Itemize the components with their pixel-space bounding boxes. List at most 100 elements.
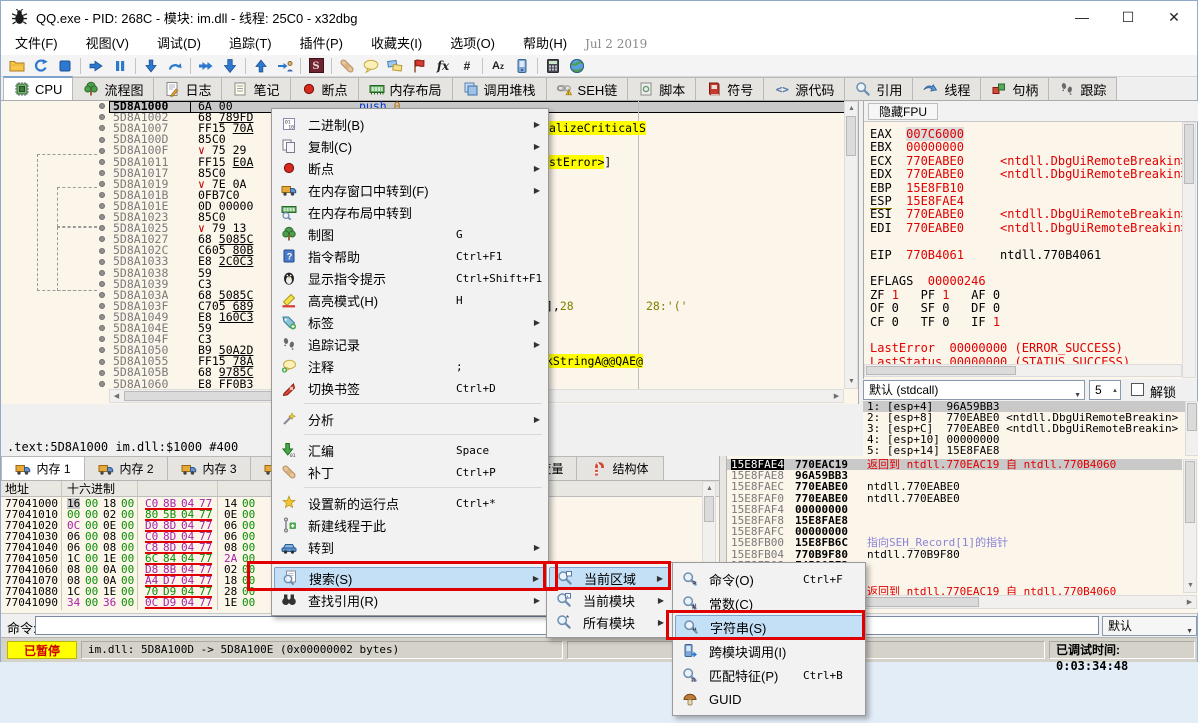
registers-vscrollbar[interactable]: [1182, 122, 1196, 378]
labels-button[interactable]: [383, 56, 407, 76]
patches-button[interactable]: [335, 56, 359, 76]
menu-item-GUID[interactable]: GUID: [675, 687, 863, 711]
intermodular-calls-button[interactable]: [510, 56, 534, 76]
menu-item-补丁[interactable]: 补丁Ctrl+P: [274, 461, 546, 483]
step-into-button[interactable]: [139, 56, 163, 76]
dump-tab-内存 3[interactable]: 内存 3: [167, 456, 251, 480]
menu-item-在内存布局中转到[interactable]: 在内存布局中转到: [274, 201, 546, 223]
menu-item-指令帮助[interactable]: ?指令帮助Ctrl+F1: [274, 245, 546, 267]
register-line[interactable]: CF 0 TF 0 IF 1: [870, 316, 1000, 329]
s-toggle-button[interactable]: S: [304, 56, 328, 76]
register-line[interactable]: OF 0 SF 0 DF 0: [870, 302, 1000, 315]
pause-button[interactable]: [108, 56, 132, 76]
register-line[interactable]: EAX 007C6000: [870, 128, 964, 141]
menu-item-跨模块调用(I)[interactable]: 跨模块调用(I): [675, 639, 863, 663]
minimize-button[interactable]: —: [1059, 1, 1105, 33]
register-line[interactable]: ESP 15E8FAE4: [870, 195, 964, 208]
register-line[interactable]: EFLAGS 00000246: [870, 275, 986, 288]
argument-list[interactable]: 1: [esp+4] 96A59BB32: [esp+8] 770EABE0 <…: [863, 401, 1185, 456]
functions-button[interactable]: fx: [431, 56, 455, 76]
menu-item-所有模块[interactable]: *所有模块▶: [549, 611, 670, 633]
settings-globe-button[interactable]: [565, 56, 589, 76]
stack-row[interactable]: 15E8FB0015E8FB6C指向SEH_Record[1]的指针: [727, 537, 1182, 548]
calling-convention-select[interactable]: 默认 (stdcall)▼: [863, 380, 1085, 400]
register-line[interactable]: EBX 00000000: [870, 141, 964, 154]
menu-item-二进制(B)[interactable]: 0110二进制(B)▶: [274, 113, 546, 135]
menu-item-制图[interactable]: 制图G: [274, 223, 546, 245]
menu-item-复制(C)[interactable]: 复制(C)▶: [274, 135, 546, 157]
register-line[interactable]: ESI 770EABE0 <ntdll.DbgUiRemoteBreakin>: [870, 208, 1182, 221]
stack-row[interactable]: 15E8FAEC770EABE0ntdll.770EABE0: [727, 481, 1182, 492]
stop-button[interactable]: [53, 56, 77, 76]
menu-item-显示指令提示[interactable]: 显示指令提示Ctrl+Shift+F1: [274, 267, 546, 289]
tab-脚本[interactable]: 脚本: [627, 77, 696, 100]
tab-调用堆栈[interactable]: 调用堆栈: [452, 77, 547, 100]
register-line[interactable]: EIP 770B4061 ntdll.770B4061: [870, 249, 1101, 262]
menu-item-分析[interactable]: 分析▶: [274, 408, 546, 430]
arguments-vscrollbar[interactable]: [1185, 401, 1198, 456]
execute-till-return-button[interactable]: [218, 56, 242, 76]
menu-item-断点[interactable]: 断点▶: [274, 157, 546, 179]
strings-button[interactable]: Az: [486, 56, 510, 76]
register-line[interactable]: EDX 770EABE0 <ntdll.DbgUiRemoteBreakin>: [870, 168, 1182, 181]
unlock-checkbox[interactable]: [1131, 383, 1144, 396]
command-profile-select[interactable]: 默认▼: [1102, 616, 1197, 636]
tab-CPU[interactable]: CPU: [3, 76, 73, 100]
menu-item-高亮模式(H)[interactable]: 高亮模式(H)H: [274, 289, 546, 311]
menu-item-搜索(S)[interactable]: 搜索(S)▶: [274, 567, 546, 589]
maximize-button[interactable]: ☐: [1105, 1, 1151, 33]
menubar-item[interactable]: 文件(F): [1, 33, 72, 55]
menu-item-追踪记录[interactable]: 追踪记录▶: [274, 333, 546, 355]
register-line[interactable]: EDI 770EABE0 <ntdll.DbgUiRemoteBreakin>: [870, 222, 1182, 235]
menu-item-在内存窗口中转到(F)[interactable]: 在内存窗口中转到(F)▶: [274, 179, 546, 201]
menu-item-匹配特征(P)[interactable]: 匹配特征(P)Ctrl+B: [675, 663, 863, 687]
menubar-item[interactable]: 帮助(H): [509, 33, 581, 55]
menubar-item[interactable]: 视图(V): [72, 33, 143, 55]
menu-item-注释[interactable]: 注释;: [274, 355, 546, 377]
menubar-item[interactable]: 选项(O): [436, 33, 509, 55]
register-line[interactable]: LastError 00000000 (ERROR_SUCCESS): [870, 342, 1123, 355]
menu-item-设置新的运行点[interactable]: 设置新的运行点Ctrl+*: [274, 492, 546, 514]
tab-内存布局[interactable]: 内存布局: [358, 77, 453, 100]
tab-断点[interactable]: 断点: [290, 77, 359, 100]
comments-button[interactable]: [359, 56, 383, 76]
crc-hash-button[interactable]: #: [455, 56, 479, 76]
tab-句柄[interactable]: 句柄: [980, 77, 1049, 100]
menu-item-常数(C)[interactable]: #常数(C): [675, 591, 863, 615]
restart-button[interactable]: [29, 56, 53, 76]
close-button[interactable]: ✕: [1151, 1, 1197, 33]
menu-item-当前模块[interactable]: x当前模块▶: [549, 589, 670, 611]
step-over-button[interactable]: [163, 56, 187, 76]
arg-count-stepper[interactable]: 5 ▲▼: [1089, 380, 1121, 400]
menu-item-当前区域[interactable]: 当前区域▶: [549, 567, 670, 589]
tab-流程图[interactable]: 流程图: [72, 77, 154, 100]
stack-vscrollbar[interactable]: ▼: [1183, 459, 1197, 593]
tab-引用[interactable]: 引用: [844, 77, 913, 100]
calculator-button[interactable]: [541, 56, 565, 76]
register-line[interactable]: EBP 15E8FB10: [870, 182, 964, 195]
dump-tab-内存 1[interactable]: 内存 1: [1, 456, 85, 480]
run-to-cursor-button[interactable]: [194, 56, 218, 76]
open-file-button[interactable]: [5, 56, 29, 76]
dump-tab-内存 2[interactable]: 内存 2: [84, 456, 168, 480]
tab-源代码[interactable]: <>源代码: [763, 77, 845, 100]
menu-item-标签[interactable]: 标签▶: [274, 311, 546, 333]
tab-日志[interactable]: 日志: [153, 77, 222, 100]
menu-item-字符串(S)[interactable]: “字符串(S): [675, 615, 863, 639]
run-to-user-code-button[interactable]: [273, 56, 297, 76]
step-out-button[interactable]: [249, 56, 273, 76]
menu-item-切换书签[interactable]: 切换书签Ctrl+D: [274, 377, 546, 399]
tab-线程[interactable]: 线程: [912, 77, 981, 100]
tab-符号[interactable]: 符号: [695, 77, 764, 100]
disasm-vscrollbar[interactable]: ▲ ▼: [844, 101, 858, 389]
menubar-item[interactable]: 插件(P): [286, 33, 357, 55]
hide-fpu-button[interactable]: 隐藏FPU: [868, 103, 938, 120]
menu-item-新建线程于此[interactable]: 新建线程于此: [274, 514, 546, 536]
menubar-item[interactable]: 调试(D): [143, 33, 215, 55]
run-button[interactable]: [84, 56, 108, 76]
bookmarks-button[interactable]: [407, 56, 431, 76]
dump-tab-结构体[interactable]: 结构体: [576, 456, 664, 480]
argument-row[interactable]: 5: [esp+14] 15E8FAE8: [863, 445, 1185, 456]
menu-item-命令(O)[interactable]: >命令(O)Ctrl+F: [675, 567, 863, 591]
tab-SEH链[interactable]: !SEH链: [546, 77, 629, 100]
